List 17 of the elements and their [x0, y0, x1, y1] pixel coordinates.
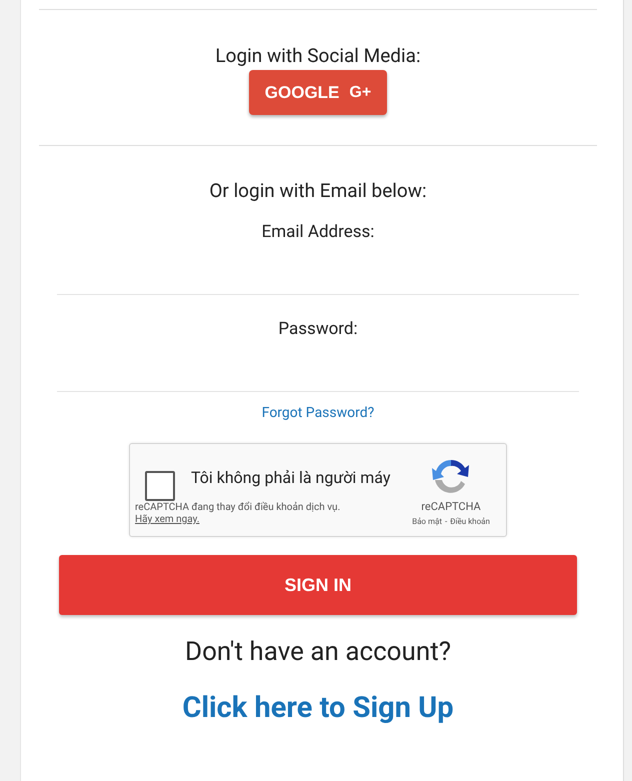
sign-in-button[interactable]: SIGN IN — [59, 555, 577, 615]
checkbox[interactable] — [145, 471, 175, 501]
email-heading: Or login with Email below: — [209, 179, 427, 202]
signup-link[interactable]: Click here to Sign Up — [182, 691, 454, 725]
recaptcha-brand: reCAPTCHA — [421, 500, 481, 513]
signup-prompt: Don't have an account? — [185, 637, 451, 667]
field-label: Password: — [278, 319, 358, 339]
social-heading: Login with Social Media: — [215, 44, 421, 68]
forgot-password-link[interactable]: Forgot Password? — [262, 405, 374, 421]
recaptcha-notice: reCAPTCHA đang thay đổi điều khoản dịch vụ. — [135, 501, 342, 514]
google-button[interactable]: GOOGLE G+ — [249, 70, 387, 115]
checkbox-label: Tôi không phải là người máy — [191, 468, 392, 487]
terms-link[interactable]: Điều khoản — [450, 517, 490, 526]
field-label: Email Address: — [262, 222, 374, 242]
separator: - — [444, 517, 448, 526]
notice-link[interactable]: Hãy xem ngay. — [135, 514, 200, 525]
privacy-link[interactable]: Bảo mật — [412, 517, 442, 526]
